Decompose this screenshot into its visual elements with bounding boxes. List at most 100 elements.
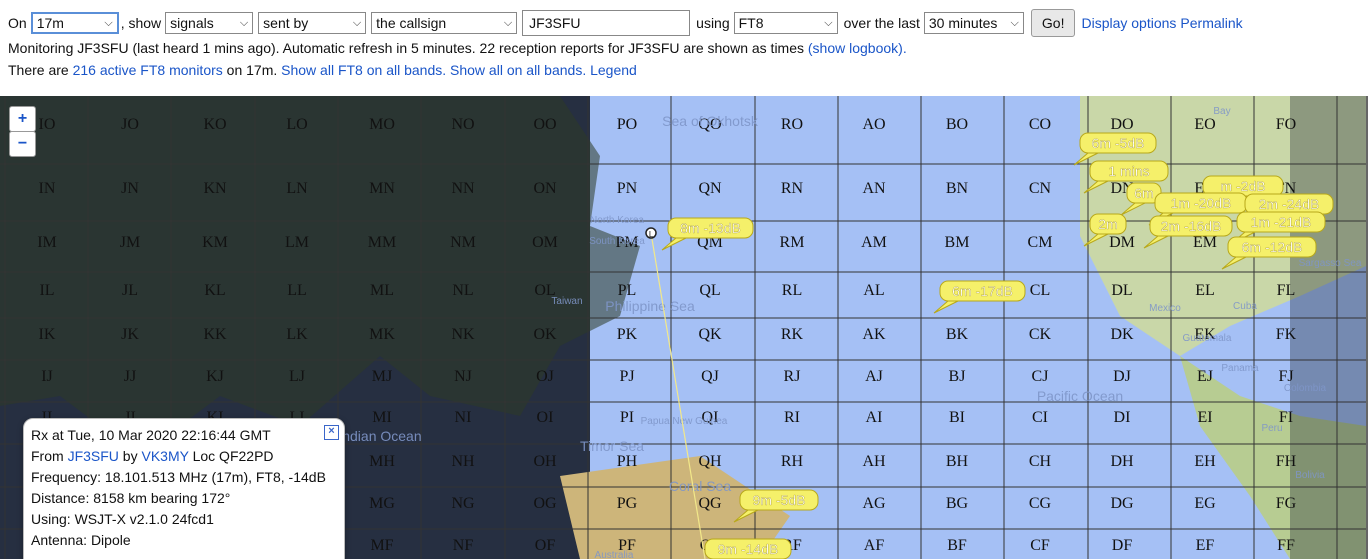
grid-square-label: OM [532,234,558,251]
using-label: using [696,15,730,31]
report-bubble-label: 6m -12dB [1242,239,1303,255]
show-all-link[interactable]: Show all on all bands. [450,62,586,78]
grid-square-label: ON [533,180,557,197]
grid-square-label: NM [450,234,476,251]
grid-square-label: RI [784,409,800,426]
grid-square-label: RO [781,116,803,133]
grid-square-label: LN [286,180,308,197]
grid-square-label: FH [1276,453,1297,470]
show-logbook-link[interactable]: (show logbook). [808,40,907,56]
grid-square-label: OJ [536,368,554,385]
grid-square-label: EH [1194,453,1216,470]
grid-square-label: OG [533,495,557,512]
grid-square-label: PO [617,116,637,133]
grid-square-label: LK [286,326,308,343]
mode-select[interactable]: FT8 ⌵ [733,12,838,34]
report-bubble-label: 1 mins [1108,163,1149,179]
grid-square-label: DO [1110,116,1133,133]
grid-square-label: NH [451,453,475,470]
grid-square-label: IN [39,180,56,197]
grid-square-label: QL [699,282,720,299]
rx-time: Rx at Tue, 10 Mar 2020 22:16:44 GMT [31,427,271,443]
relation-select[interactable]: sent by ⌵ [258,12,367,34]
chevron-down-icon: ⌵ [503,16,513,29]
grid-square-label: BO [946,116,968,133]
report-bubble-label: 1m -21dB [1251,214,1312,230]
on-band-text: on 17m. [226,62,278,78]
transmitter-marker-letter: L [649,230,654,239]
by-callsign-link[interactable]: VK3MY [141,448,188,464]
zoom-in-button[interactable]: + [9,106,36,132]
grid-square-label: CO [1029,116,1051,133]
permalink-link[interactable]: Permalink [1180,15,1242,31]
grid-square-label: DJ [1113,368,1131,385]
target-type-select[interactable]: the callsign ⌵ [371,12,518,34]
status-line-2: There are 216 active FT8 monitors on 17m… [8,62,637,78]
grid-square-label: JL [122,282,138,299]
active-monitors-link[interactable]: 216 active FT8 monitors [73,62,223,78]
from-callsign-link[interactable]: JF3SFU [68,448,119,464]
show-all-ft8-link[interactable]: Show all FT8 on all bands. [281,62,446,78]
report-bubble-label: m -2dB [1220,178,1265,194]
grid-square-label: JJ [124,368,136,385]
report-bubble-label: 1m -20dB [1171,195,1232,211]
place-label: Timor Sea [580,438,644,454]
report-bubble-tail [661,237,687,251]
grid-square-label: MN [369,180,395,197]
grid-square-label: QH [698,453,722,470]
grid-square-label: CK [1029,326,1052,343]
grid-square-label: NK [451,326,475,343]
place-label: Pacific Ocean [1037,388,1123,404]
grid-square-label: FO [1276,116,1296,133]
go-button[interactable]: Go! [1030,9,1076,37]
grid-square-label: PN [617,180,638,197]
period-value: 30 minutes [928,15,998,31]
report-bubble-label: 2m -24dB [1259,196,1320,212]
grid-square-label: IJ [41,368,53,385]
grid-square-label: DI [1114,409,1131,426]
grid-square-label: KM [202,234,228,251]
zoom-out-button[interactable]: − [9,131,36,157]
grid-square-label: OF [535,537,556,554]
grid-square-label: OH [533,453,557,470]
grid-square-label: DM [1109,234,1135,251]
show-select[interactable]: signals ⌵ [165,12,254,34]
grid-square-label: KL [204,282,225,299]
grid-square-label: CF [1030,537,1050,554]
display-options-link[interactable]: Display options [1081,15,1176,31]
grid-square-label: NJ [454,368,472,385]
relation-value: sent by [263,15,309,31]
grid-square-label: CG [1029,495,1052,512]
grid-square-label: QG [698,495,722,512]
callsign-input[interactable]: JF3SFU [522,10,691,36]
grid-square-label: NG [451,495,475,512]
grid-square-label: AL [863,282,884,299]
grid-square-label: IM [37,234,57,251]
grid-square-label: NN [451,180,475,197]
frequency-line: Frequency: 18.101.513 MHz (17m), FT8, -1… [31,469,326,485]
grid-square-label: LO [286,116,307,133]
report-bubble-label: 8m -13dB [680,220,741,236]
close-icon[interactable]: × [324,425,339,440]
grid-square-label: CL [1030,282,1050,299]
place-label: Papua New Guinea [641,416,728,427]
band-select[interactable]: 17m ⌵ [30,12,119,34]
propagation-map[interactable]: IO JO KO LO MO NO OO PO QO RO AO BO CO DO EO FO IN JN KN LN… [0,96,1368,559]
period-select[interactable]: 30 minutes ⌵ [923,12,1024,34]
grid-square-label: KK [203,326,227,343]
grid-square-label: EO [1194,116,1215,133]
grid-square-label: AM [861,234,887,251]
grid-square-label: CJ [1032,368,1049,385]
grid-square-label: BN [946,180,969,197]
grid-square-label: AJ [865,368,883,385]
grid-square-label: BG [946,495,969,512]
grid-square-label: CH [1029,453,1052,470]
legend-link[interactable]: Legend [590,62,637,78]
grid-square-label: PK [617,326,638,343]
on-label: On [8,15,27,31]
show-value: signals [170,15,214,31]
grid-square-label: MM [368,234,396,251]
grid-square-label: MI [372,409,392,426]
grid-square-label: JO [121,116,139,133]
grid-square-label: RK [781,326,804,343]
